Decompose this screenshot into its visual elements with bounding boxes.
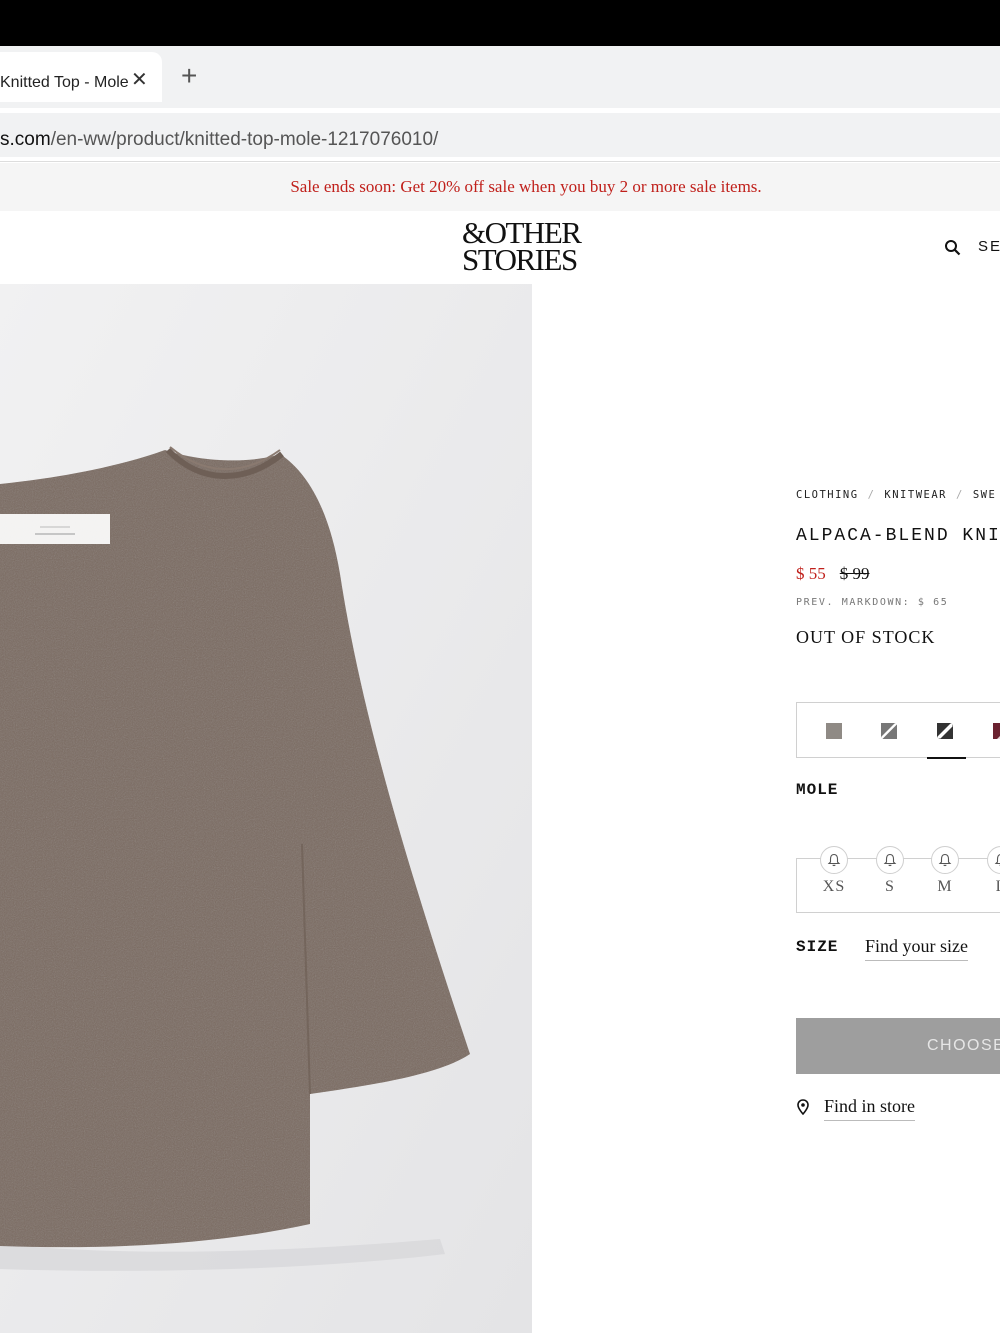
original-price: $ 99 [839,564,870,583]
size-label-s: S [885,878,895,895]
selected-swatch-indicator [927,757,966,759]
swatch-mole[interactable] [826,723,842,739]
close-tab-icon[interactable]: ✕ [131,70,148,90]
size-option-m[interactable]: M [928,846,962,914]
url-host: s.com [0,129,51,150]
logo-line-2: STORIES [462,242,578,277]
color-selector [796,702,1000,759]
site-header: &OTHER STORIES SEA [0,211,1000,284]
brand-logo[interactable]: &OTHER STORIES [462,217,608,277]
swatch-grey-white[interactable] [881,723,897,739]
breadcrumb-clothing[interactable]: CLOTHING [796,489,859,501]
promo-text: Sale ends soon: Get 20% off sale when yo… [290,177,762,196]
search-label[interactable]: SEA [978,238,1000,255]
breadcrumb-separator: / [867,489,876,501]
notify-bell-icon[interactable] [931,846,959,874]
product-title: ALPACA-BLEND KNITT [796,526,1000,546]
promo-banner[interactable]: Sale ends soon: Get 20% off sale when yo… [0,163,1000,211]
browser-tab[interactable]: Knitted Top - Mole ✕ [0,52,162,102]
address-bar-row: s.com/en-ww/product/knitted-top-mole-121… [0,108,1000,162]
url-path: /en-ww/product/knitted-top-mole-12170760… [50,129,439,150]
breadcrumb: CLOTHING / KNITWEAR / SWE [796,489,996,501]
notify-bell-icon[interactable] [820,846,848,874]
product-image[interactable] [0,284,532,1333]
size-option-s[interactable]: S [873,846,907,914]
breadcrumb-knitwear[interactable]: KNITWEAR [884,489,947,501]
size-label-m: M [937,878,953,895]
notify-bell-icon[interactable] [876,846,904,874]
swatch-black-white[interactable] [937,723,953,739]
new-tab-icon[interactable]: + [181,62,197,90]
size-option-xs[interactable]: XS [817,846,851,914]
notify-bell-icon[interactable] [987,846,1000,874]
browser-tab-strip: Knitted Top - Mole ✕ + [0,46,1000,108]
previous-markdown: PREV. MARKDOWN: $ 65 [796,597,949,608]
swatch-burgundy[interactable] [993,723,1000,739]
choose-size-button[interactable]: CHOOSE [796,1018,1000,1074]
size-option-l[interactable]: L [984,846,1000,914]
address-bar[interactable]: s.com/en-ww/product/knitted-top-mole-121… [0,113,1000,157]
size-guide-row: SIZE Find your size [796,936,968,961]
tab-title: Knitted Top - Mole [0,74,128,91]
url-text[interactable]: s.com/en-ww/product/knitted-top-mole-121… [0,129,438,151]
breadcrumb-separator: / [955,489,964,501]
find-your-size-link[interactable]: Find your size [865,936,968,961]
os-top-bar [0,0,1000,46]
location-pin-icon [797,1099,809,1115]
breadcrumb-sweaters[interactable]: SWE [973,489,996,501]
size-label-l: L [984,878,1000,896]
size-selector: XS S M L [796,846,1000,914]
price-row: $ 55 $ 99 [796,564,870,584]
find-in-store-link[interactable]: Find in store [824,1096,916,1121]
sweater-illustration [0,284,532,1333]
search-icon[interactable] [944,239,962,257]
size-label-xs: XS [822,878,846,895]
selected-color-name: MOLE [796,781,839,799]
sale-price: $ 55 [796,564,826,583]
size-heading: SIZE [796,938,839,956]
stock-status: OUT OF STOCK [796,627,936,647]
